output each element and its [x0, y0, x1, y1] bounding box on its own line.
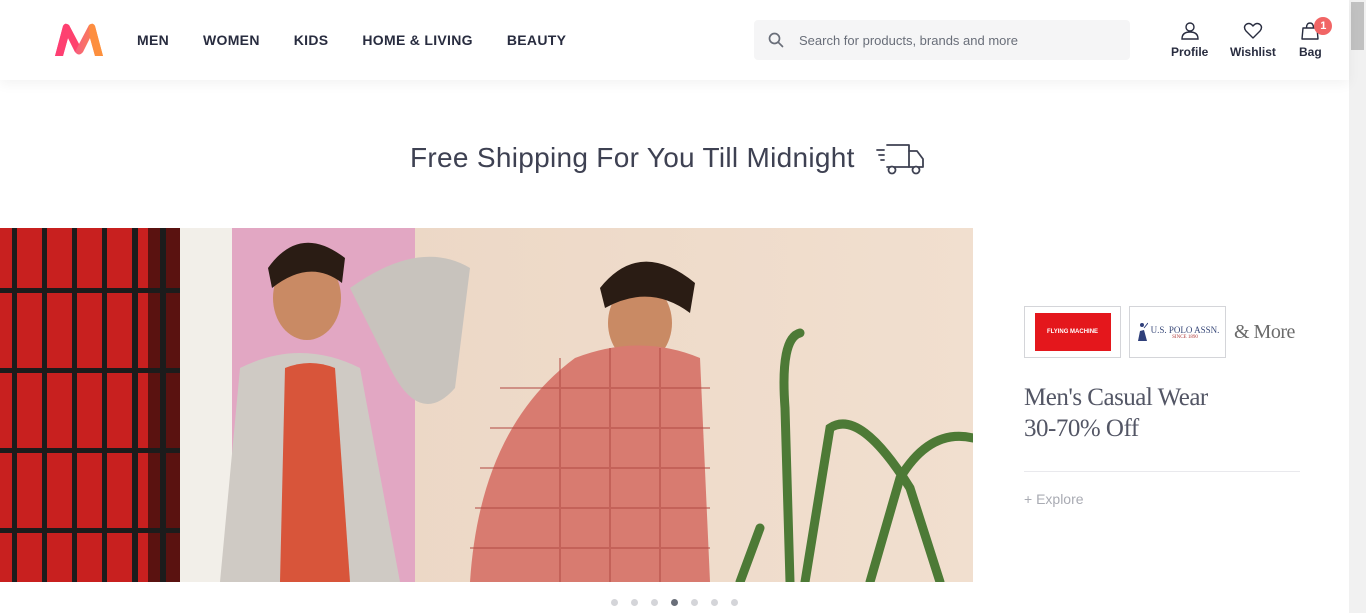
search-input[interactable] [799, 21, 1119, 59]
flying-machine-logo-text: FLYING MACHINE [1046, 328, 1099, 335]
free-shipping-banner[interactable]: Free Shipping For You Till Midnight [410, 136, 927, 180]
carousel-dot[interactable] [631, 599, 638, 606]
top-header: MEN WOMEN KIDS HOME & LIVING BEAUTY Prof… [0, 0, 1349, 80]
brand-logo-us-polo[interactable]: U.S. POLO ASSN. SINCE 1890 [1129, 306, 1226, 358]
myntra-logo[interactable] [53, 22, 105, 58]
nav-women[interactable]: WOMEN [203, 32, 260, 48]
page-scrollbar[interactable] [1349, 0, 1366, 613]
explore-link[interactable]: + Explore [1024, 491, 1300, 507]
bag-icon-wrap: 1 [1300, 17, 1333, 45]
promo-title: Men's Casual Wear 30-70% Off [1024, 382, 1300, 444]
carousel-dot[interactable] [611, 599, 618, 606]
delivery-truck-icon [875, 144, 924, 175]
polo-player-icon [1137, 322, 1148, 341]
scrollbar-thumb[interactable] [1351, 2, 1364, 50]
bag-button[interactable]: 1 Bag [1299, 17, 1333, 59]
promo-title-line1: Men's Casual Wear [1024, 384, 1208, 411]
carousel-dot[interactable] [731, 599, 738, 606]
carousel-dot[interactable] [691, 599, 698, 606]
promo-divider [1024, 471, 1300, 472]
brand-logo-flying-machine[interactable]: FLYING MACHINE [1024, 306, 1121, 358]
bag-count-badge: 1 [1314, 17, 1333, 35]
free-shipping-text: Free Shipping For You Till Midnight [410, 142, 855, 173]
carousel-dot[interactable] [671, 599, 678, 606]
carousel-dot[interactable] [651, 599, 658, 606]
profile-icon [1180, 22, 1199, 40]
wishlist-label: Wishlist [1230, 45, 1276, 59]
us-polo-logo-text: U.S. POLO ASSN. SINCE 1890 [1151, 325, 1220, 340]
nav-beauty[interactable]: BEAUTY [507, 32, 566, 48]
hero-promo-panel: FLYING MACHINE U.S. POLO ASSN. SINCE 189… [1024, 306, 1300, 507]
nav-home-living[interactable]: HOME & LIVING [362, 32, 472, 48]
hero-photo [0, 228, 973, 582]
carousel-dots [611, 599, 751, 606]
promo-title-line2: 30-70% Off [1024, 415, 1139, 442]
heart-icon [1243, 22, 1263, 39]
brand-logos-row: FLYING MACHINE U.S. POLO ASSN. SINCE 189… [1024, 306, 1300, 358]
flying-machine-logo: FLYING MACHINE [1034, 313, 1111, 351]
nav-kids[interactable]: KIDS [294, 32, 329, 48]
profile-button[interactable]: Profile [1171, 22, 1208, 59]
us-polo-since: SINCE 1890 [1172, 334, 1198, 340]
wishlist-button[interactable]: Wishlist [1230, 22, 1276, 59]
search-bar [754, 20, 1130, 60]
nav-men[interactable]: MEN [137, 32, 169, 48]
more-brands-label: & More [1234, 320, 1295, 343]
carousel-dot[interactable] [711, 599, 718, 606]
profile-label: Profile [1171, 45, 1209, 59]
search-icon[interactable] [768, 32, 784, 48]
main-nav: MEN WOMEN KIDS HOME & LIVING BEAUTY [137, 0, 600, 80]
hero-banner-image[interactable] [0, 228, 973, 582]
us-polo-logo: U.S. POLO ASSN. SINCE 1890 [1136, 322, 1220, 342]
bag-label: Bag [1299, 45, 1322, 59]
us-polo-name: U.S. POLO ASSN. [1150, 324, 1220, 335]
